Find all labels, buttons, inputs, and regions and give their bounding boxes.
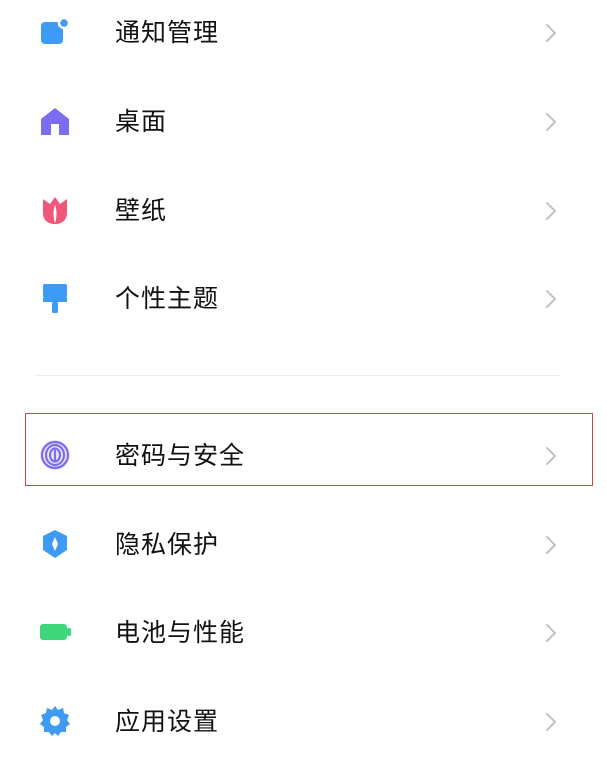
paintbrush-icon: [38, 281, 72, 315]
settings-item-label: 通知管理: [115, 18, 220, 47]
settings-item-label: 桌面: [115, 107, 168, 136]
settings-item-desktop[interactable]: 桌面: [0, 78, 607, 166]
chevron-right-icon: [542, 21, 560, 45]
chevron-right-icon: [542, 199, 560, 223]
home-icon: [38, 104, 72, 138]
settings-item-battery[interactable]: 电池与性能: [0, 589, 607, 677]
settings-item-label: 个性主题: [115, 284, 220, 313]
chevron-right-icon: [542, 533, 560, 557]
settings-item-label: 壁纸: [115, 196, 168, 225]
settings-item-label: 电池与性能: [115, 618, 246, 647]
privacy-shield-icon: [38, 527, 72, 561]
chevron-right-icon: [542, 110, 560, 134]
chevron-right-icon: [542, 621, 560, 645]
highlight-frame: [25, 413, 593, 486]
settings-item-themes[interactable]: 个性主题: [0, 255, 607, 343]
tulip-icon: [38, 193, 72, 227]
settings-item-label: 应用设置: [115, 707, 220, 736]
settings-item-notifications[interactable]: 通知管理: [0, 0, 607, 77]
settings-item-wallpaper[interactable]: 壁纸: [0, 167, 607, 255]
gear-icon: [38, 704, 72, 738]
section-divider: [35, 375, 560, 376]
chevron-right-icon: [542, 287, 560, 311]
settings-item-app-settings[interactable]: 应用设置: [0, 678, 607, 766]
notification-icon: [38, 15, 72, 49]
battery-icon: [38, 615, 72, 649]
settings-item-label: 隐私保护: [115, 530, 220, 559]
settings-list: 通知管理 桌面 壁纸 个性主题 密码与安全 隐私保护 电池与性能 应用设置: [0, 0, 607, 757]
settings-item-privacy[interactable]: 隐私保护: [0, 501, 607, 589]
chevron-right-icon: [542, 710, 560, 734]
